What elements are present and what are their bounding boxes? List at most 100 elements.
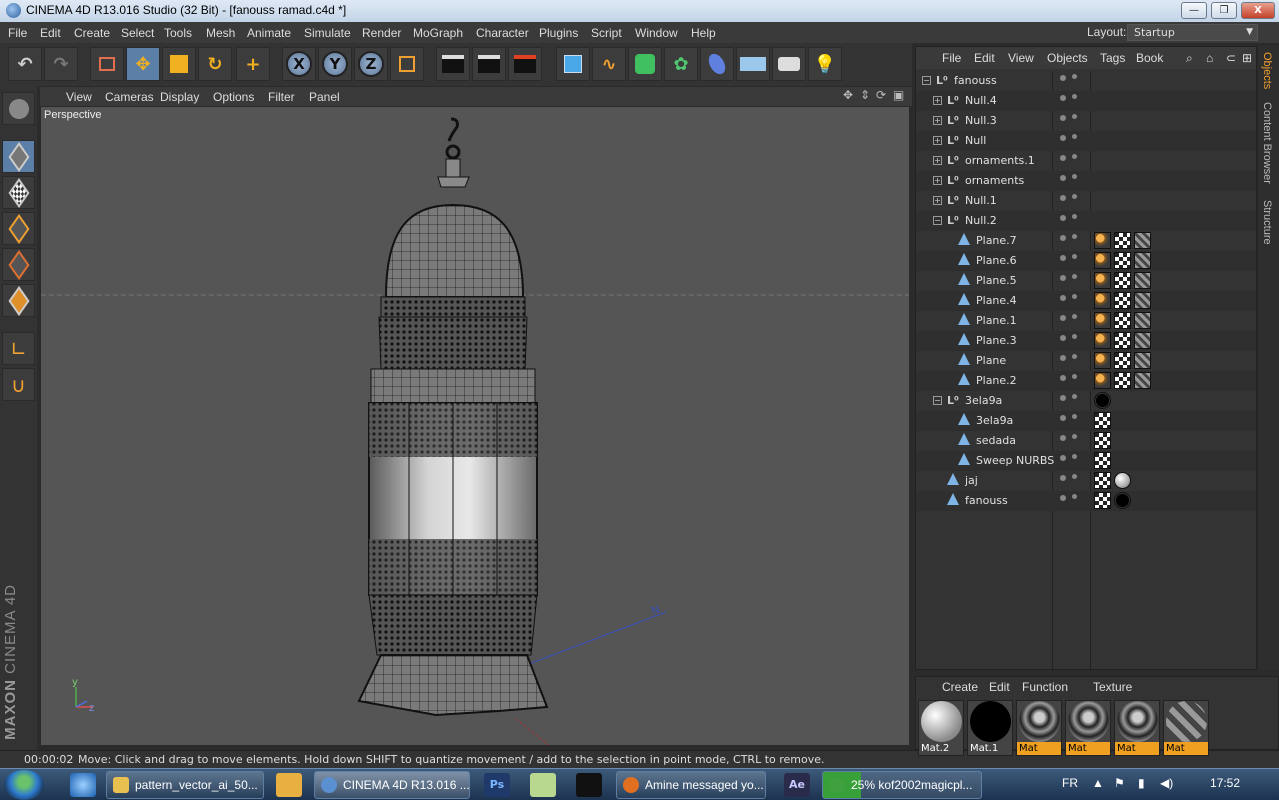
object-name[interactable]: Sweep NURBS (976, 454, 1054, 467)
edges-mode-button[interactable] (2, 248, 35, 281)
task-pattern-folder[interactable]: pattern_vector_ai_50... (106, 771, 264, 799)
material-tag-icon[interactable] (1114, 252, 1131, 269)
render-visibility-dot[interactable] (1072, 214, 1077, 219)
object-row[interactable]: Plane.1 (916, 311, 1256, 331)
live-selection-button[interactable] (90, 47, 124, 81)
object-name[interactable]: Plane.7 (976, 234, 1017, 247)
object-name[interactable]: Plane.4 (976, 294, 1017, 307)
tab-structure[interactable]: Structure (1261, 200, 1273, 245)
snapping-button[interactable]: ∪ (2, 368, 35, 401)
flag-icon[interactable]: ⚑ (1114, 776, 1125, 790)
editor-visibility-dot[interactable] (1060, 75, 1066, 81)
search-icon[interactable]: ⌕ (1186, 51, 1193, 66)
material-tag-icon[interactable] (1134, 252, 1151, 269)
menu-file[interactable]: File (8, 26, 27, 40)
object-name[interactable]: Null.4 (965, 94, 997, 107)
material-tag-icon[interactable] (1134, 332, 1151, 349)
phong-tag-icon[interactable] (1094, 372, 1111, 389)
editor-visibility-dot[interactable] (1060, 115, 1066, 121)
model-mode-button[interactable] (2, 140, 35, 173)
render-visibility-dot[interactable] (1072, 274, 1077, 279)
material-swatch[interactable]: Mat.2 (918, 700, 964, 756)
phong-tag-icon[interactable] (1094, 252, 1111, 269)
menu-animate[interactable]: Animate (247, 26, 291, 40)
material-tag-icon[interactable] (1114, 492, 1131, 509)
task-firefox[interactable]: Amine messaged yo... (616, 771, 766, 799)
object-name[interactable]: fanouss (954, 74, 997, 87)
menu-edit[interactable]: Edit (40, 26, 61, 40)
collapse-icon[interactable]: − (922, 76, 931, 85)
viewport-menu-options[interactable]: Options (213, 90, 254, 104)
render-visibility-dot[interactable] (1072, 314, 1077, 319)
viewport-menu-filter[interactable]: Filter (268, 90, 295, 104)
add-floor-button[interactable] (736, 47, 770, 81)
add-deformer-button[interactable] (700, 47, 734, 81)
render-visibility-dot[interactable] (1072, 114, 1077, 119)
object-row[interactable]: + L⁰ Null.3 (916, 111, 1256, 131)
render-visibility-dot[interactable] (1072, 494, 1077, 499)
texture-mode-button[interactable] (2, 176, 35, 209)
link-icon[interactable]: ⊂ (1226, 51, 1236, 65)
undo-button[interactable]: ↶ (8, 47, 42, 81)
material-swatch[interactable]: Mat (1163, 700, 1209, 756)
render-visibility-dot[interactable] (1072, 454, 1077, 459)
object-name[interactable]: Plane.6 (976, 254, 1017, 267)
polygons-mode-button[interactable] (2, 284, 35, 317)
menu-mesh[interactable]: Mesh (206, 26, 235, 40)
editor-visibility-dot[interactable] (1060, 455, 1066, 461)
phong-tag-icon[interactable] (1094, 272, 1111, 289)
objects-menu-view[interactable]: View (1008, 51, 1034, 65)
editor-visibility-dot[interactable] (1060, 355, 1066, 361)
material-tag-icon[interactable] (1094, 412, 1111, 429)
viewport-menu-display[interactable]: Display (160, 90, 199, 104)
object-row[interactable]: Plane.5 (916, 271, 1256, 291)
material-swatch[interactable]: Mat.1 (967, 700, 1013, 756)
object-row[interactable]: 3ela9a (916, 411, 1256, 431)
command-prompt-icon[interactable] (576, 773, 602, 797)
materials-menu-texture[interactable]: Texture (1093, 680, 1132, 694)
render-view-button[interactable] (436, 47, 470, 81)
editor-visibility-dot[interactable] (1060, 375, 1066, 381)
move-tool-button[interactable]: ✥ (126, 47, 160, 81)
make-editable-button[interactable] (2, 92, 35, 125)
material-tag-icon[interactable] (1094, 432, 1111, 449)
object-row[interactable]: Plane.4 (916, 291, 1256, 311)
phong-tag-icon[interactable] (1094, 312, 1111, 329)
material-tag-icon[interactable] (1094, 452, 1111, 469)
editor-visibility-dot[interactable] (1060, 435, 1066, 441)
collapse-icon[interactable]: − (933, 216, 942, 225)
material-tag-icon[interactable] (1114, 312, 1131, 329)
object-row[interactable]: sedada (916, 431, 1256, 451)
viewport-zoom-icon[interactable]: ⇕ (860, 88, 870, 102)
material-swatch[interactable]: Mat (1114, 700, 1160, 756)
materials-menu-create[interactable]: Create (942, 680, 978, 694)
editor-visibility-dot[interactable] (1060, 155, 1066, 161)
object-row[interactable]: jaj (916, 471, 1256, 491)
rotate-tool-button[interactable]: ↻ (198, 47, 232, 81)
expand-icon[interactable]: + (933, 96, 942, 105)
viewport-rotate-icon[interactable]: ⟳ (876, 88, 886, 102)
y-axis-button[interactable]: Y (318, 47, 352, 81)
phong-tag-icon[interactable] (1094, 232, 1111, 249)
object-name[interactable]: ornaments (965, 174, 1024, 187)
editor-visibility-dot[interactable] (1060, 235, 1066, 241)
render-visibility-dot[interactable] (1072, 354, 1077, 359)
add-array-button[interactable]: ✿ (664, 47, 698, 81)
editor-visibility-dot[interactable] (1060, 415, 1066, 421)
material-tag-icon[interactable] (1094, 492, 1111, 509)
material-tag-icon[interactable] (1094, 472, 1111, 489)
viewport-menu-cameras[interactable]: Cameras (105, 90, 154, 104)
viewport-pan-icon[interactable]: ✥ (843, 88, 853, 102)
expand-icon[interactable]: + (933, 176, 942, 185)
scale-tool-button[interactable] (162, 47, 196, 81)
recent-tools-button[interactable]: + (236, 47, 270, 81)
redo-button[interactable]: ↷ (44, 47, 78, 81)
editor-visibility-dot[interactable] (1060, 395, 1066, 401)
material-tag-icon[interactable] (1114, 472, 1131, 489)
render-visibility-dot[interactable] (1072, 94, 1077, 99)
add-spline-button[interactable]: ∿ (592, 47, 626, 81)
object-row[interactable]: fanouss (916, 491, 1256, 511)
z-axis-button[interactable]: Z (354, 47, 388, 81)
task-cinema4d[interactable]: CINEMA 4D R13.016 ... (314, 771, 470, 799)
menu-character[interactable]: Character (476, 26, 529, 40)
